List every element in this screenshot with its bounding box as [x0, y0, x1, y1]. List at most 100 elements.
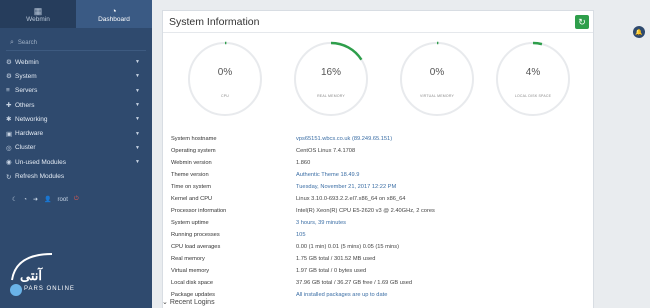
row-value-link[interactable]: 3 hours, 39 minutes: [296, 220, 346, 226]
gauge-label: LOCAL DISK SPACE: [514, 94, 552, 98]
caret-down-icon: ▼: [135, 144, 140, 151]
refresh-icon: ↻: [578, 16, 586, 27]
row-key: Local disk space: [171, 280, 214, 286]
caret-down-icon: ▼: [135, 116, 140, 123]
table-row: Local disk space 37.96 GB total / 36.27 G…: [171, 277, 591, 289]
night-mode-icon[interactable]: ☾: [12, 196, 17, 203]
logout-icon[interactable]: ⏻: [74, 196, 79, 203]
row-value-link[interactable]: vps65151.wbcs.co.uk (89.249.65.151): [296, 136, 392, 142]
hardware-icon: ▣: [6, 130, 13, 138]
gauge-ring: [496, 41, 570, 116]
row-value: Linux 3.10.0-693.2.2.el7.x86_64 on x86_6…: [296, 196, 406, 202]
sidebar-tabs: ▦ Webmin ◔ Dashboard: [0, 0, 152, 28]
recent-logins-label: Recent Logins: [169, 299, 215, 306]
table-row: Kernel and CPU Linux 3.10.0-693.2.2.el7.x…: [171, 193, 591, 205]
sidebar-item-cluster[interactable]: ◎ Cluster ▼: [0, 141, 152, 155]
row-key: System uptime: [171, 220, 209, 226]
caret-down-icon: ▼: [135, 59, 140, 66]
row-key: System hostname: [171, 136, 217, 142]
refresh-button[interactable]: ↻: [575, 15, 589, 29]
sidebar-item-servers[interactable]: ≡ Servers ▼: [0, 84, 152, 98]
notification-bell-icon[interactable]: 🔔: [633, 26, 645, 38]
dashboard-icon[interactable]: ◔: [23, 197, 27, 203]
sidebar-item-label: Cluster: [15, 144, 36, 152]
row-key: Operating system: [171, 148, 216, 154]
table-row: Package updates All installed packages ar…: [171, 289, 591, 301]
row-value-link[interactable]: Authentic Theme 18.49.9: [296, 172, 359, 178]
table-row: Webmin version 1.860: [171, 157, 591, 169]
gauge-real-memory: 16% REAL MEMORY: [291, 39, 371, 119]
sidebar-item-webmin[interactable]: ⚙ Webmin ▼: [0, 55, 152, 69]
sidebar-item-label: Un-used Modules: [15, 158, 66, 166]
table-row: System uptime 3 hours, 39 minutes: [171, 217, 591, 229]
caret-down-icon: ▼: [135, 73, 140, 80]
sidebar-item-label: Others: [15, 101, 35, 109]
sidebar-item-label: Servers: [15, 87, 38, 95]
system-info-table: System hostname vps65151.wbcs.co.uk (89.2…: [171, 133, 591, 301]
gauge-virtual-memory: 0% VIRTUAL MEMORY: [397, 39, 477, 119]
user-icon: 👤: [44, 197, 52, 203]
search-input[interactable]: ⌕ Search: [6, 35, 146, 51]
gauge-label: VIRTUAL MEMORY: [419, 94, 455, 98]
sidebar-item-others[interactable]: ✚ Others ▼: [0, 98, 152, 112]
row-value-link[interactable]: Tuesday, November 21, 2017 12:22 PM: [296, 184, 396, 190]
row-key: Virtual memory: [171, 268, 210, 274]
gauge-percent: 0%: [429, 67, 445, 78]
panel-header: System Information: [163, 11, 593, 33]
gauge-label: CPU: [221, 94, 229, 98]
webmin-icon: ▦: [33, 5, 43, 16]
table-row: Operating system CentOS Linux 7.4.1708: [171, 145, 591, 157]
caret-down-icon: ▼: [135, 87, 140, 94]
table-row: Virtual memory 1.97 GB total / 0 bytes us…: [171, 265, 591, 277]
gauge-percent: 4%: [525, 67, 541, 78]
row-value: 0.00 (1 min) 0.01 (5 mins) 0.05 (15 mins…: [296, 244, 400, 250]
sidebar-footer: ☾ ◔ ➜ 👤 root ⏻: [12, 196, 79, 203]
table-row: Theme version Authentic Theme 18.49.9: [171, 169, 591, 181]
row-value: 37.96 GB total / 36.27 GB free / 1.69 GB…: [296, 280, 413, 286]
gear-icon: ⚙: [6, 59, 12, 67]
login-icon[interactable]: ➜: [33, 196, 38, 203]
row-key: Real memory: [171, 256, 205, 262]
row-value: 1.75 GB total / 301.52 MB used: [296, 256, 376, 262]
sidebar-item-networking[interactable]: ✱ Networking ▼: [0, 112, 152, 126]
sidebar-item-label: Webmin: [15, 58, 39, 66]
sidebar-item-label: Refresh Modules: [15, 173, 65, 181]
others-icon: ✚: [6, 102, 12, 110]
row-key: CPU load averages: [171, 244, 221, 250]
caret-down-icon: ▼: [135, 159, 140, 166]
cluster-icon: ◎: [6, 144, 12, 152]
refresh-icon: ↻: [6, 173, 12, 181]
gauge-percent: 16%: [320, 67, 341, 78]
recent-logins-section[interactable]: ⌄ Recent Logins: [162, 298, 215, 306]
gauge-arc: [532, 41, 543, 46]
sidebar-item-refresh-modules[interactable]: ↻ Refresh Modules: [0, 169, 152, 183]
tab-dashboard[interactable]: ◔ Dashboard: [76, 0, 152, 28]
row-value-link[interactable]: All installed packages are up to date: [296, 292, 387, 298]
system-information-panel: System Information ↻ 0% CPU 16% REAL MEM…: [162, 10, 594, 308]
row-value: 1.97 GB total / 0 bytes used: [296, 268, 367, 274]
sidebar-item-system[interactable]: ⚙ System ▼: [0, 69, 152, 83]
gauge-ring: [294, 41, 368, 116]
sidebar-item-unused-modules[interactable]: ◉ Un-used Modules ▼: [0, 155, 152, 169]
networking-icon: ✱: [6, 116, 12, 124]
unused-modules-icon: ◉: [6, 159, 12, 167]
row-key: Kernel and CPU: [171, 196, 213, 202]
sidebar-item-label: System: [15, 72, 37, 80]
tab-webmin[interactable]: ▦ Webmin: [0, 0, 76, 28]
row-key: Time on system: [171, 184, 211, 190]
search-placeholder: Search: [17, 39, 37, 46]
main-area: System Information ↻ 0% CPU 16% REAL MEM…: [152, 0, 650, 308]
table-row: CPU load averages 0.00 (1 min) 0.01 (5 mi…: [171, 241, 591, 253]
logo-subtext: PARS ONLINE: [24, 286, 75, 292]
logo-text: آنتی: [20, 268, 42, 283]
username[interactable]: root: [58, 197, 68, 203]
table-row: Real memory 1.75 GB total / 301.52 MB use…: [171, 253, 591, 265]
row-key: Webmin version: [171, 160, 212, 166]
table-row: Processor information Intel(R) Xeon(R) CP…: [171, 205, 591, 217]
sidebar-item-hardware[interactable]: ▣ Hardware ▼: [0, 126, 152, 140]
gauge-label: REAL MEMORY: [317, 94, 345, 98]
row-value: CentOS Linux 7.4.1708: [296, 148, 356, 154]
gauge-arc: [330, 41, 363, 61]
row-value-link[interactable]: 105: [296, 232, 306, 238]
gauge-local-disk-space: 4% LOCAL DISK SPACE: [493, 39, 573, 119]
